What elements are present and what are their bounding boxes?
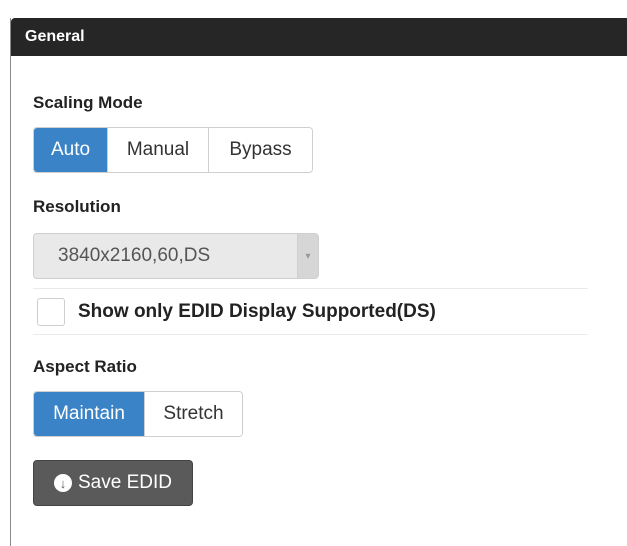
edid-filter-checkbox[interactable]	[37, 297, 65, 326]
aspect-ratio-stretch-button[interactable]: Stretch	[145, 392, 242, 436]
save-edid-button[interactable]: ↓ Save EDID	[33, 460, 193, 506]
scaling-mode-bypass-button[interactable]: Bypass	[209, 128, 312, 172]
resolution-label: Resolution	[33, 197, 121, 216]
edid-filter-label[interactable]: Show only EDID Display Supported(DS)	[78, 301, 436, 323]
panel-title: General	[11, 18, 627, 56]
aspect-ratio-group: Maintain Stretch	[33, 391, 243, 437]
general-panel: General Scaling Mode Auto Manual Bypass …	[10, 18, 627, 546]
aspect-ratio-maintain-button[interactable]: Maintain	[34, 392, 145, 436]
resolution-select[interactable]: 3840x2160,60,DS ▾	[33, 233, 319, 279]
scaling-mode-auto-button[interactable]: Auto	[34, 128, 108, 172]
download-circle-icon: ↓	[54, 474, 72, 492]
resolution-value: 3840x2160,60,DS	[58, 245, 211, 266]
scaling-mode-manual-button[interactable]: Manual	[108, 128, 209, 172]
scaling-mode-group: Auto Manual Bypass	[33, 127, 313, 173]
scaling-mode-label: Scaling Mode	[33, 93, 143, 112]
edid-filter-row: Show only EDID Display Supported(DS)	[33, 288, 588, 335]
save-edid-label: Save EDID	[78, 472, 172, 493]
chevron-down-icon: ▾	[297, 234, 318, 278]
aspect-ratio-label: Aspect Ratio	[33, 357, 137, 376]
